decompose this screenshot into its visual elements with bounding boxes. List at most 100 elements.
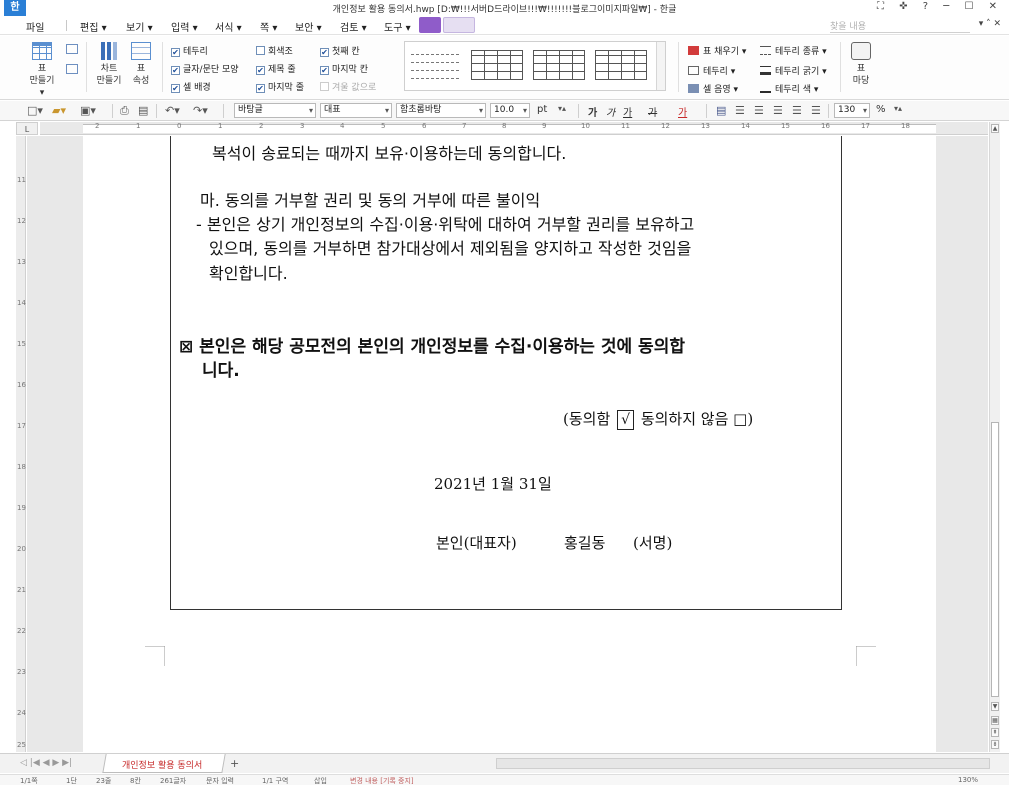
title-row-checkbox[interactable]: ✔ 제목 줄 (256, 62, 296, 75)
ruler-number: 13 (17, 258, 26, 266)
next-page-icon[interactable]: ⇟ (991, 740, 999, 749)
align-split-icon[interactable]: ☰ (811, 104, 821, 117)
table-create-button[interactable]: 표 만들기▾ (28, 42, 56, 99)
cell-shading-button[interactable]: 셀 음영 ▾ (688, 82, 738, 95)
signature-field[interactable]: (서명) (633, 532, 672, 553)
gallery-scrollbar[interactable] (656, 42, 665, 90)
undo-icon[interactable]: ↶▾ (165, 104, 180, 117)
language-select[interactable]: 대표 (320, 103, 392, 118)
add-tab-button[interactable]: + (230, 757, 239, 770)
align-distribute-icon[interactable]: ☰ (792, 104, 802, 117)
ruler-number: 3 (300, 122, 305, 130)
zoom-input[interactable]: 130 (834, 103, 870, 118)
align-right-icon[interactable]: ☰ (773, 104, 783, 117)
font-color-button[interactable]: 가 (678, 104, 687, 119)
underline-button[interactable]: 가 (623, 104, 632, 119)
toolbar-divider (156, 104, 157, 118)
scroll-down-icon[interactable]: ▼ (991, 702, 999, 711)
menu-format[interactable]: 서식 ▾ (215, 19, 242, 34)
horizontal-scrollbar[interactable] (496, 758, 990, 769)
ruler-page-area (83, 124, 936, 133)
vertical-scrollbar[interactable]: ▲ ▼ ▦ ⇞ ⇟ (989, 122, 1000, 752)
grayscale-checkbox[interactable]: 회색조 (256, 44, 293, 57)
table-style-grid-2[interactable] (533, 50, 585, 80)
ruler-number: 12 (17, 217, 26, 225)
ribbon-controls[interactable]: ▾ ˄ ✕ (979, 19, 1001, 29)
font-select[interactable]: 함초롬바탕 (396, 103, 486, 118)
italic-button[interactable]: 가 (606, 104, 615, 119)
prev-page-icon[interactable]: ⇞ (991, 728, 999, 737)
menu-insert[interactable]: 입력 ▾ (171, 19, 198, 34)
border-checkbox[interactable]: ✔ 테두리 (171, 44, 208, 57)
char-para-shape-checkbox[interactable]: ✔ 글자/문단 모양 (171, 62, 239, 75)
search-input[interactable]: 찾을 내용 (830, 19, 970, 33)
style-select[interactable]: 바탕글 (234, 103, 316, 118)
border-type-button[interactable]: 테두리 종류 ▾ (760, 44, 827, 57)
menu-tools[interactable]: 도구 ▾ (384, 19, 411, 34)
table-style-grid-3[interactable] (595, 50, 647, 80)
align-left-icon[interactable]: ☰ (735, 104, 745, 117)
status-track-changes[interactable]: 변경 내용 [기록 중지] (350, 776, 414, 785)
cell-background-checkbox[interactable]: ✔ 셀 배경 (171, 80, 211, 93)
table-fill-button[interactable]: 표 채우기 ▾ (688, 44, 746, 57)
preview-icon[interactable]: ▤ (138, 104, 148, 117)
menu-edit[interactable]: 편집 ▾ (80, 19, 107, 34)
table-properties-button[interactable]: 표 속성 (128, 42, 154, 87)
agree-checkbox[interactable]: √ (617, 410, 635, 430)
size-stepper-icon[interactable]: ▾▴ (558, 104, 566, 113)
redo-icon[interactable]: ↷▾ (193, 104, 208, 117)
table-layout-tab-icon[interactable] (443, 17, 475, 33)
vertical-ruler[interactable]: 11 12 13 14 15 16 17 18 19 20 21 22 23 2… (16, 136, 26, 752)
check-icon: ✔ (320, 48, 329, 57)
zoom-stepper-icon[interactable]: ▾▴ (894, 104, 902, 113)
first-column-checkbox[interactable]: ✔ 첫째 칸 (320, 44, 360, 57)
menu-security[interactable]: 보안 ▾ (295, 19, 322, 34)
page-view-icon[interactable]: ▦ (991, 716, 999, 725)
window-controls[interactable]: ⛶ ✜ ? ─ ☐ ✕ (877, 1, 1003, 12)
border-button[interactable]: 테두리 ▾ (688, 64, 735, 77)
menu-page[interactable]: 쪽 ▾ (260, 19, 277, 34)
table-madang-button[interactable]: 표 마당 (848, 42, 874, 87)
table-style-dashed[interactable] (411, 48, 463, 82)
align-justify-icon[interactable]: ▤ (716, 104, 726, 117)
pen-icon (760, 84, 771, 93)
status-chars: 261글자 (160, 777, 187, 785)
last-column-checkbox[interactable]: ✔ 마지막 칸 (320, 62, 368, 75)
last-row-checkbox[interactable]: ✔ 마지막 줄 (256, 80, 304, 93)
menu-file[interactable]: 파일 (26, 19, 44, 34)
new-document-icon[interactable]: □▾ (27, 104, 43, 117)
scroll-up-icon[interactable]: ▲ (991, 124, 999, 133)
chart-create-button[interactable]: 차트 만들기 (94, 42, 124, 87)
ruler-number: 19 (17, 504, 26, 512)
table-style-gallery[interactable] (404, 41, 666, 91)
horizontal-ruler[interactable]: 2 1 0 1 2 3 4 5 6 7 8 9 10 11 12 13 14 1… (40, 122, 988, 135)
table-tab-icon[interactable] (419, 17, 441, 33)
menu-view[interactable]: 보기 ▾ (126, 19, 153, 34)
ruler-number: 13 (701, 122, 710, 130)
border-weight-button[interactable]: 테두리 굵기 ▾ (760, 64, 827, 77)
doc-text-line: - 본인은 상기 개인정보의 수집·이용·위탁에 대하여 거부할 권리를 보유하… (196, 215, 695, 234)
cell-edit-icon[interactable] (66, 44, 78, 54)
status-insert[interactable]: 삽입 (314, 776, 327, 785)
consent-table-cell[interactable]: 복석이 송료되는 때까지 보유·이용하는데 동의합니다. 마. 동의를 거부할 … (170, 136, 842, 610)
cell-insert-icon[interactable] (66, 64, 78, 74)
document-page[interactable]: 복석이 송료되는 때까지 보유·이용하는데 동의합니다. 마. 동의를 거부할 … (83, 136, 936, 752)
ruler-corner[interactable]: L (16, 122, 38, 135)
border-color-button[interactable]: 테두리 색 ▾ (760, 82, 818, 95)
tab-nav-buttons[interactable]: ◁ |◀ ◀ ▶ ▶| (20, 758, 72, 768)
save-icon[interactable]: ▣▾ (80, 104, 96, 117)
strike-button[interactable]: 가 (648, 104, 657, 119)
menu-review[interactable]: 검토 ▾ (340, 19, 367, 34)
bold-button[interactable]: 가 (588, 104, 597, 119)
open-folder-icon[interactable]: ▰▾ (52, 104, 66, 117)
document-area[interactable]: 복석이 송료되는 때까지 보유·이용하는데 동의합니다. 마. 동의를 거부할 … (27, 136, 988, 752)
ruler-number: 21 (17, 586, 26, 594)
align-center-icon[interactable]: ☰ (754, 104, 764, 117)
check-icon: ✔ (171, 66, 180, 75)
font-size-input[interactable]: 10.0 (490, 103, 530, 118)
ruler-number: 17 (17, 422, 26, 430)
print-icon[interactable]: ⎙ (120, 104, 129, 118)
table-style-grid-1[interactable] (471, 50, 523, 80)
scroll-thumb[interactable] (991, 422, 999, 697)
status-zoom[interactable]: 130% (958, 776, 978, 784)
